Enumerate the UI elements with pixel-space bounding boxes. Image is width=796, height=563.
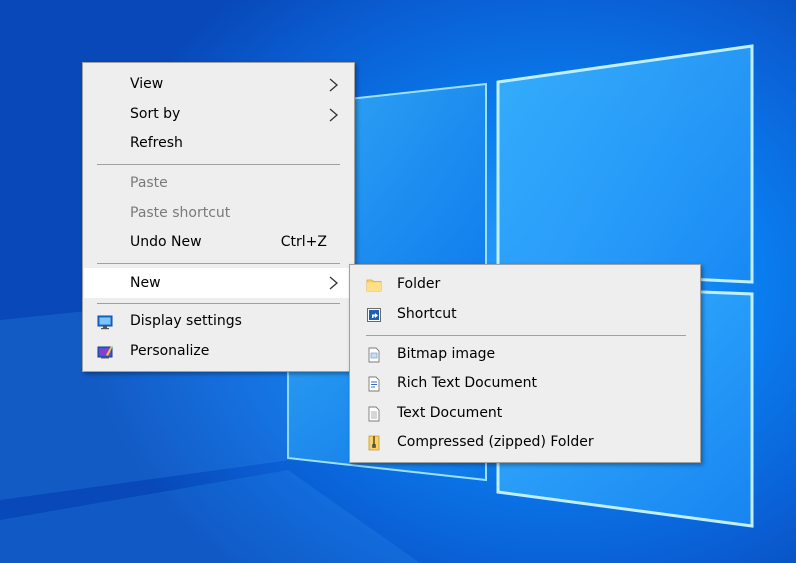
chevron-right-icon [329, 108, 338, 122]
menu-item-label: Paste shortcut [130, 205, 231, 221]
chevron-right-icon [329, 276, 338, 290]
menu-item-label: Personalize [130, 343, 210, 359]
bitmap-image-icon [368, 347, 380, 363]
menu-item-view[interactable]: View [84, 70, 353, 99]
zipped-folder-icon [368, 435, 380, 451]
shortcut-icon [367, 308, 381, 322]
menu-item-label: Undo New [130, 234, 202, 250]
display-settings-icon [97, 315, 113, 330]
menu-item-sort-by[interactable]: Sort by [84, 100, 353, 129]
submenu-item-text-document[interactable]: Text Document [351, 399, 699, 428]
menu-item-label: Compressed (zipped) Folder [397, 434, 594, 450]
menu-separator [366, 335, 686, 336]
menu-separator [97, 303, 340, 304]
menu-item-label: Bitmap image [397, 346, 496, 362]
menu-item-paste-shortcut[interactable]: Paste shortcut [84, 199, 353, 228]
menu-item-label: Shortcut [397, 306, 457, 322]
menu-item-new[interactable]: New [84, 268, 353, 298]
new-submenu: Folder Shortcut Bitmap image Rich Text D… [349, 264, 701, 463]
desktop-context-menu: View Sort by Refresh Paste Paste shortcu… [82, 62, 355, 372]
menu-item-label: Refresh [130, 135, 183, 151]
personalize-icon [97, 346, 113, 359]
menu-separator [97, 164, 340, 165]
menu-item-personalize[interactable]: Personalize [84, 337, 353, 366]
desktop-background[interactable]: View Sort by Refresh Paste Paste shortcu… [0, 0, 796, 563]
menu-item-label: Rich Text Document [397, 375, 537, 391]
folder-icon [366, 279, 382, 292]
menu-item-label: View [130, 76, 164, 92]
menu-item-label: New [130, 275, 161, 291]
menu-item-refresh[interactable]: Refresh [84, 129, 353, 158]
menu-item-label: Text Document [397, 405, 503, 421]
menu-item-display-settings[interactable]: Display settings [84, 307, 353, 336]
menu-item-undo-new[interactable]: Undo New Ctrl+Z [84, 228, 353, 257]
submenu-item-compressed-folder[interactable]: Compressed (zipped) Folder [351, 428, 699, 457]
menu-separator [97, 263, 340, 264]
menu-item-label: Paste [130, 175, 168, 191]
submenu-item-folder[interactable]: Folder [351, 270, 699, 299]
chevron-right-icon [329, 78, 338, 92]
keyboard-shortcut: Ctrl+Z [280, 234, 327, 250]
menu-item-paste[interactable]: Paste [84, 169, 353, 198]
menu-item-label: Display settings [130, 313, 242, 329]
text-document-icon [368, 406, 380, 422]
rich-text-document-icon [368, 376, 380, 392]
submenu-item-rich-text-document[interactable]: Rich Text Document [351, 369, 699, 398]
submenu-item-shortcut[interactable]: Shortcut [351, 300, 699, 329]
menu-item-label: Folder [397, 276, 441, 292]
menu-item-label: Sort by [130, 106, 181, 122]
submenu-item-bitmap-image[interactable]: Bitmap image [351, 340, 699, 369]
